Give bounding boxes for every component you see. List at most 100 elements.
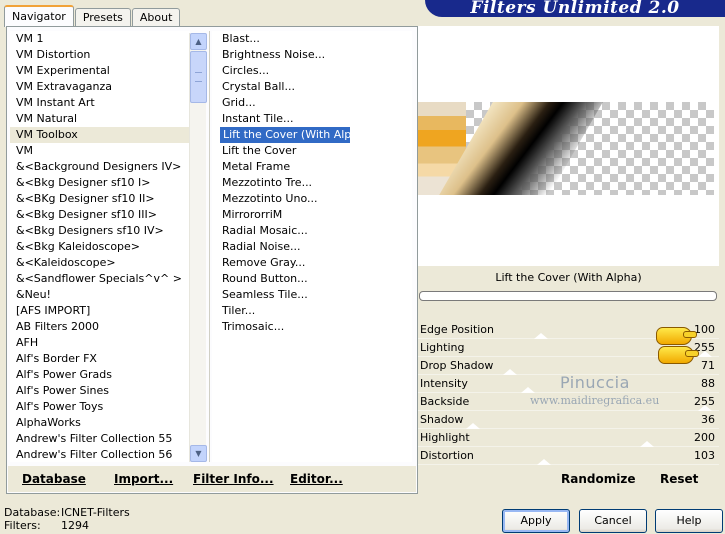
category-item[interactable]: VM Toolbox: [10, 127, 190, 143]
current-filter-name: Lift the Cover (With Alpha): [495, 271, 642, 284]
category-item[interactable]: &<Bkg Designers sf10 IV>: [10, 223, 190, 239]
category-item[interactable]: AlphaWorks: [10, 415, 190, 431]
filter-info-link[interactable]: Filter Info...: [193, 472, 274, 486]
import-link[interactable]: Import...: [114, 472, 173, 486]
category-item[interactable]: VM Natural: [10, 111, 190, 127]
filter-item[interactable]: Metal Frame: [212, 159, 412, 175]
category-scrollbar[interactable]: ▲ ▼: [189, 33, 207, 462]
tab-presets[interactable]: Presets: [74, 8, 131, 27]
category-item[interactable]: VM Instant Art: [10, 95, 190, 111]
navigator-links: Database Import... Filter Info... Editor…: [8, 466, 416, 492]
status-filters-value: 1294: [61, 519, 89, 532]
watermark-name: Pinuccia: [560, 373, 630, 392]
slider-thumb[interactable]: [537, 459, 552, 465]
reset-button[interactable]: Reset: [660, 472, 698, 486]
category-item[interactable]: &<Sandflower Specials^v^ >: [10, 271, 190, 287]
category-item[interactable]: VM Experimental: [10, 63, 190, 79]
scroll-up-button[interactable]: ▲: [190, 33, 207, 50]
filter-item[interactable]: MirrororriM: [212, 207, 412, 223]
category-item[interactable]: &<Background Designers IV>: [10, 159, 190, 175]
tab-bar: Navigator Presets About: [4, 5, 181, 27]
param-name: Backside: [420, 395, 470, 408]
category-item[interactable]: VM Extravaganza: [10, 79, 190, 95]
param-name: Shadow: [420, 413, 464, 426]
category-item[interactable]: &<Bkg Designer sf10 III>: [10, 207, 190, 223]
param-value: 36: [701, 413, 715, 426]
scroll-down-button[interactable]: ▼: [190, 445, 207, 462]
category-item[interactable]: AB Filters 2000: [10, 319, 190, 335]
category-item[interactable]: &<BKg Designer sf10 II>: [10, 191, 190, 207]
cancel-button[interactable]: Cancel: [579, 509, 647, 533]
filter-item[interactable]: Tiler...: [212, 303, 412, 319]
filter-item[interactable]: Lift the Cover (With Alpha): [220, 127, 369, 143]
filter-item[interactable]: Blast...: [212, 31, 412, 47]
category-item[interactable]: [AFS IMPORT]: [10, 303, 190, 319]
preview-image: [418, 102, 714, 195]
category-item[interactable]: Andrew's Filter Collection 56: [10, 447, 190, 462]
scroll-thumb[interactable]: [190, 51, 207, 103]
pointing-hand-icon: [658, 346, 699, 364]
param-slider[interactable]: Shadow 36: [418, 411, 719, 429]
category-item[interactable]: Alf's Power Toys: [10, 399, 190, 415]
param-slider[interactable]: Distortion 103: [418, 447, 719, 465]
category-item[interactable]: &<Kaleidoscope>: [10, 255, 190, 271]
filter-list[interactable]: Blast... Brightness Noise... Circles... Cry…: [212, 31, 412, 462]
param-slider[interactable]: Highlight 200: [418, 429, 719, 447]
param-name: Edge Position: [420, 323, 495, 336]
category-item[interactable]: &<Bkg Kaleidoscope>: [10, 239, 190, 255]
param-value: 88: [701, 377, 715, 390]
category-item[interactable]: &Neu!: [10, 287, 190, 303]
category-item[interactable]: &<Bkg Designer sf10 I>: [10, 175, 190, 191]
filter-item[interactable]: Grid...: [212, 95, 412, 111]
randomize-button[interactable]: Randomize: [561, 472, 635, 486]
filter-item[interactable]: Mezzotinto Tre...: [212, 175, 412, 191]
status-database-label: Database:: [4, 506, 61, 519]
filter-item[interactable]: Instant Tile...: [212, 111, 412, 127]
filter-item[interactable]: Lift the Cover: [212, 143, 412, 159]
param-name: Lighting: [420, 341, 465, 354]
category-item[interactable]: AFH: [10, 335, 190, 351]
param-name: Drop Shadow: [420, 359, 494, 372]
param-value: 71: [701, 359, 715, 372]
list-divider: [209, 31, 210, 462]
randomize-bar: Randomize Reset: [418, 466, 719, 492]
progress-bar: [419, 291, 717, 301]
category-list[interactable]: VM 1 VM Distortion VM Experimental VM Extra…: [10, 31, 190, 462]
param-value: 103: [694, 449, 715, 462]
tab-navigator[interactable]: Navigator: [4, 5, 74, 27]
param-name: Distortion: [420, 449, 474, 462]
filter-item[interactable]: Mezzotinto Uno...: [212, 191, 412, 207]
filter-item[interactable]: Round Button...: [212, 271, 412, 287]
pointing-hand-icon: [656, 327, 697, 345]
param-value: 200: [694, 431, 715, 444]
category-item[interactable]: Alf's Power Sines: [10, 383, 190, 399]
database-link[interactable]: Database: [22, 472, 86, 486]
category-item[interactable]: VM 1: [10, 31, 190, 47]
category-item[interactable]: VM: [10, 143, 190, 159]
status-info: Database: ICNET-Filters Filters: 1294: [4, 506, 130, 532]
category-item[interactable]: Alf's Border FX: [10, 351, 190, 367]
category-item[interactable]: Alf's Power Grads: [10, 367, 190, 383]
editor-link[interactable]: Editor...: [290, 472, 343, 486]
filter-item[interactable]: Seamless Tile...: [212, 287, 412, 303]
filter-item[interactable]: Radial Mosaic...: [212, 223, 412, 239]
status-filters-label: Filters:: [4, 519, 41, 532]
apply-button[interactable]: Apply: [502, 509, 570, 533]
filter-item[interactable]: Brightness Noise...: [212, 47, 412, 63]
param-name: Intensity: [420, 377, 468, 390]
app-title: Filters Unlimited 2.0: [425, 0, 725, 17]
filter-item[interactable]: Trimosaic...: [212, 319, 412, 335]
tab-about[interactable]: About: [131, 8, 181, 27]
status-database-value: ICNET-Filters: [61, 506, 130, 519]
help-button[interactable]: Help: [655, 509, 723, 533]
filter-item[interactable]: Remove Gray...: [212, 255, 412, 271]
param-name: Highlight: [420, 431, 470, 444]
param-value: 100: [694, 323, 715, 336]
category-item[interactable]: Andrew's Filter Collection 55: [10, 431, 190, 447]
filter-item[interactable]: Radial Noise...: [212, 239, 412, 255]
filter-item[interactable]: Circles...: [212, 63, 412, 79]
preview-area[interactable]: [418, 26, 719, 266]
category-item[interactable]: VM Distortion: [10, 47, 190, 63]
watermark-url: www.maidiregrafica.eu: [530, 394, 660, 407]
filter-item[interactable]: Crystal Ball...: [212, 79, 412, 95]
